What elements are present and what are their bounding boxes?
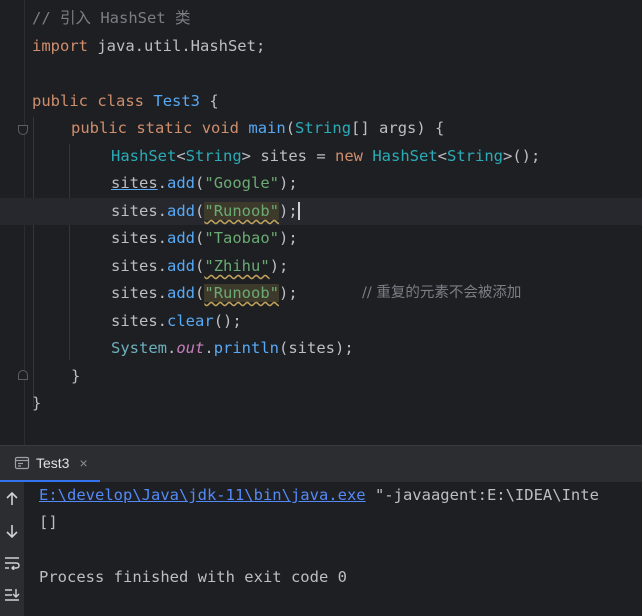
string-literal: "Runoob" <box>204 284 280 302</box>
type-name: System <box>111 339 167 357</box>
code-text: { <box>200 92 219 110</box>
variable: sites <box>111 174 158 192</box>
string-literal: "Zhihu" <box>204 257 270 275</box>
keyword: public <box>32 92 88 110</box>
static-field: out <box>176 339 205 357</box>
code-line-1: // 引入 HashSet 类 <box>0 5 642 32</box>
method-call: add <box>167 174 196 192</box>
console-output-line: [] <box>39 513 58 531</box>
variable: sites <box>111 202 158 220</box>
code-text: . <box>157 284 168 302</box>
method-call: add <box>167 257 196 275</box>
code-text: < <box>437 147 447 165</box>
code-line-5: public static void main(String[] args) { <box>0 115 642 142</box>
code-text: ( <box>195 174 205 192</box>
code-line-15: } <box>0 390 642 417</box>
code-text: ( <box>195 284 205 302</box>
arrow-up-icon[interactable] <box>0 488 24 510</box>
string-literal: "Google" <box>204 174 280 192</box>
code-text: ( <box>195 229 205 247</box>
code-comment: // 重复的元素不会被添加 <box>362 285 522 301</box>
code-text: > sites = <box>241 147 335 165</box>
java-exe-link[interactable]: E:\develop\Java\jdk-11\bin\java.exe <box>39 486 366 504</box>
code-text: . <box>204 339 214 357</box>
code-text: . <box>157 229 168 247</box>
class-name: Test3 <box>153 92 201 110</box>
keyword: public <box>71 119 127 137</box>
console-output[interactable]: E:\develop\Java\jdk-11\bin\java.exe "-ja… <box>0 482 642 616</box>
code-line-14: } <box>0 363 642 390</box>
method-call: add <box>167 202 196 220</box>
arrow-down-icon[interactable] <box>0 520 24 542</box>
code-text: >(); <box>503 147 541 165</box>
method-call: add <box>167 229 196 247</box>
code-line-13: System.out.println(sites); <box>0 335 642 362</box>
code-line-2: import java.util.HashSet; <box>0 33 642 60</box>
code-line-12: sites.clear(); <box>0 308 642 335</box>
keyword: void <box>201 119 240 137</box>
variable: sites <box>111 229 158 247</box>
code-line-7: sites.add("Google"); <box>0 170 642 197</box>
console-toolbar <box>0 482 24 616</box>
code-text: (); <box>213 312 242 330</box>
code-text: ); <box>279 174 298 192</box>
code-line-4: public class Test3 { <box>0 88 642 115</box>
type-name: String <box>185 147 242 165</box>
code-line-9: sites.add("Taobao"); <box>0 225 642 252</box>
code-text: ); <box>279 202 298 220</box>
string-literal: "Taobao" <box>204 229 280 247</box>
code-text: . <box>167 339 177 357</box>
close-icon[interactable]: × <box>79 455 87 471</box>
method-call: println <box>213 339 280 357</box>
code-text: ); <box>269 257 289 275</box>
keyword: class <box>97 92 145 110</box>
code-text: < <box>176 147 186 165</box>
variable: sites <box>111 312 158 330</box>
keyword: import <box>32 37 88 55</box>
code-text: ( <box>195 257 205 275</box>
code-text: . <box>157 312 168 330</box>
string-literal: "Runoob" <box>204 202 280 220</box>
code-line-8: sites.add("Runoob"); <box>0 198 642 225</box>
code-text: . <box>157 174 168 192</box>
run-config-icon <box>14 455 30 471</box>
code-text: java.util.HashSet; <box>88 37 266 55</box>
code-text: ( <box>285 119 296 137</box>
tab-test3[interactable]: Test3 × <box>0 446 100 482</box>
code-comment: // 引入 HashSet 类 <box>32 9 191 27</box>
scroll-to-end-icon[interactable] <box>0 584 24 606</box>
code-line-11: sites.add("Runoob"); // 重复的元素不会被添加 <box>0 280 642 307</box>
soft-wrap-icon[interactable] <box>0 552 24 574</box>
code-text: [] args) { <box>351 119 445 137</box>
variable: sites <box>111 257 158 275</box>
console-command-line: E:\develop\Java\jdk-11\bin\java.exe "-ja… <box>39 482 599 509</box>
method-name: main <box>248 119 286 137</box>
code-editor[interactable]: // 引入 HashSet 类 import java.util.HashSet… <box>0 0 642 445</box>
keyword: static <box>136 119 193 137</box>
method-call: clear <box>167 312 214 330</box>
code-text: (sites); <box>279 339 354 357</box>
type-name: HashSet <box>111 147 177 165</box>
tab-label: Test3 <box>36 455 70 471</box>
code-text: ( <box>195 202 205 220</box>
code-text: . <box>157 202 168 220</box>
type-name: String <box>295 119 352 137</box>
command-args: "-javaagent:E:\IDEA\Inte <box>365 486 599 504</box>
type-name: HashSet <box>363 147 438 165</box>
variable: sites <box>111 284 158 302</box>
keyword: new <box>335 147 363 165</box>
code-line-6: HashSet<String> sites = new HashSet<Stri… <box>0 143 642 170</box>
run-panel-header: Test3 × <box>0 445 642 483</box>
code-text: . <box>157 257 168 275</box>
code-line-10: sites.add("Zhihu"); <box>0 253 642 280</box>
closing-brace: } <box>32 394 42 412</box>
text-caret <box>297 202 300 220</box>
closing-brace: } <box>71 367 81 385</box>
code-text: ); <box>279 284 298 302</box>
console-exit-line: Process finished with exit code 0 <box>39 568 347 586</box>
method-call: add <box>167 284 196 302</box>
type-name: String <box>447 147 503 165</box>
code-text: ); <box>279 229 298 247</box>
